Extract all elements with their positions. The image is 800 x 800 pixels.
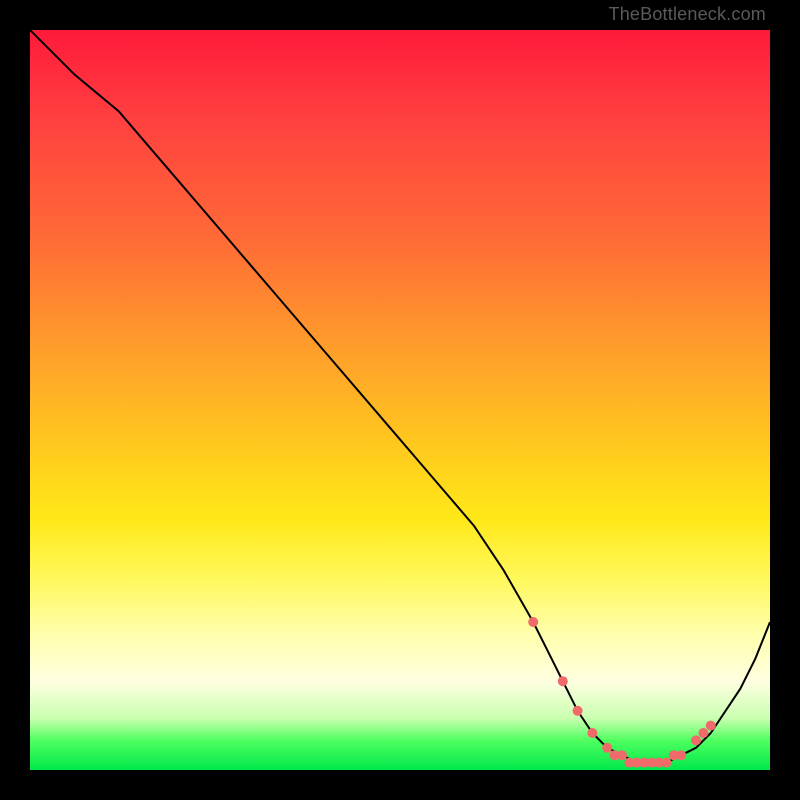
chart-svg [30,30,770,770]
plot-area [30,30,770,770]
data-point [706,721,716,731]
data-point [676,750,686,760]
data-point [661,758,671,768]
data-point [691,735,701,745]
data-point [528,617,538,627]
marker-group [528,617,716,768]
data-point [558,676,568,686]
data-point [617,750,627,760]
data-point [587,728,597,738]
chart-frame: { "watermark": "TheBottleneck.com", "col… [0,0,800,800]
watermark-text: TheBottleneck.com [609,4,766,25]
data-point [602,743,612,753]
bottleneck-curve [30,30,770,763]
data-point [573,706,583,716]
data-point [698,728,708,738]
